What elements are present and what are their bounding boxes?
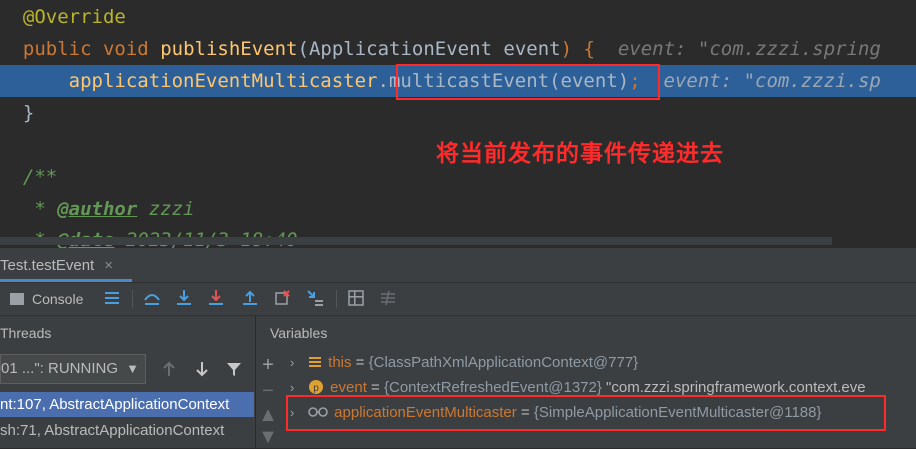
move-down-icon[interactable]: ▼ xyxy=(256,426,280,449)
add-watch-icon[interactable]: + xyxy=(256,354,280,377)
keyword-public: public xyxy=(22,38,92,60)
variable-row-this[interactable]: › this = {ClassPathXmlApplicationContext… xyxy=(290,350,916,376)
console-icon xyxy=(10,293,24,305)
equals-sign: = xyxy=(351,354,369,371)
inline-debug-hint: event: "com.zzzi.spring xyxy=(617,38,881,60)
param-type: ApplicationEvent xyxy=(308,38,492,60)
field-reference: applicationEventMulticaster xyxy=(68,70,378,92)
debug-toolbar: Console xyxy=(0,283,916,316)
code-line-7: * @author zzzi xyxy=(0,193,916,225)
variable-value: {ClassPathXmlApplicationContext@777} xyxy=(368,354,639,371)
tab-test-testevent[interactable]: Test.testEvent × xyxy=(0,252,121,280)
highlight-box-multicast xyxy=(396,64,660,100)
frame-up-icon[interactable] xyxy=(160,360,178,378)
variable-string-value: "com.zzzi.springframework.context.eve xyxy=(601,379,866,396)
drop-frame-icon[interactable] xyxy=(272,288,292,308)
highlight-box-multicaster xyxy=(286,395,886,431)
evaluate-expression-icon[interactable] xyxy=(346,288,366,308)
variable-name: this xyxy=(328,354,352,371)
chevron-right-icon[interactable]: › xyxy=(290,350,304,376)
fields-icon xyxy=(309,357,322,367)
tab-active-indicator xyxy=(0,279,132,282)
move-up-icon[interactable]: ▲ xyxy=(256,404,280,427)
code-line-1: @Override xyxy=(0,1,916,33)
step-into-icon[interactable] xyxy=(174,288,194,308)
debug-tab-bar: Test.testEvent × xyxy=(0,248,916,283)
parameter-icon: p xyxy=(309,380,324,394)
threads-header: Threads xyxy=(0,325,52,341)
step-over-icon[interactable] xyxy=(142,288,162,308)
equals-sign: = xyxy=(366,379,384,396)
console-label: Console xyxy=(32,291,84,307)
thread-selector[interactable]: 01 ...": RUNNING ▼ xyxy=(0,354,146,384)
variables-header: Variables xyxy=(270,325,328,341)
javadoc-author-value: zzzi xyxy=(137,198,195,220)
annotation-note: 将当前发布的事件传递进去 xyxy=(436,141,724,167)
variable-value: {ContextRefreshedEvent@1372} xyxy=(383,379,602,396)
dot: . xyxy=(377,70,389,92)
javadoc-author-tag: @author xyxy=(57,198,138,220)
remove-watch-icon[interactable]: − xyxy=(256,380,280,403)
trace-stream-icon[interactable] xyxy=(378,288,398,308)
method-name: publishEvent xyxy=(160,38,298,60)
toolbar-separator xyxy=(336,290,337,308)
close-icon[interactable]: × xyxy=(104,257,113,274)
stack-frame[interactable]: nt:107, AbstractApplicationContext xyxy=(0,392,254,417)
tab-label: Test.testEvent xyxy=(0,257,95,274)
code-line-2: public void publishEvent(ApplicationEven… xyxy=(0,33,916,65)
toolbar-separator xyxy=(132,290,133,308)
stack-frame[interactable]: sh:71, AbstractApplicationContext xyxy=(0,418,254,443)
force-step-into-icon[interactable] xyxy=(206,288,226,308)
javadoc-start: /** xyxy=(22,166,58,188)
param-name: event xyxy=(503,38,561,60)
javadoc-star: * xyxy=(22,198,58,220)
inline-debug-hint: event: "com.zzzi.sp xyxy=(663,70,881,92)
closing-brace: } xyxy=(22,102,35,124)
frames-menu-icon[interactable] xyxy=(102,288,122,308)
horizontal-scrollbar[interactable] xyxy=(0,237,832,245)
variable-name: event xyxy=(330,379,367,396)
filter-icon[interactable] xyxy=(225,360,243,378)
variables-toolbar: + − ▲ ▼ xyxy=(256,352,280,448)
code-line-4: } xyxy=(0,97,916,129)
frame-down-icon[interactable] xyxy=(193,360,211,378)
paren-open: ( xyxy=(297,38,309,60)
console-tab[interactable]: Console xyxy=(10,287,83,311)
code-editor[interactable]: @Override public void publishEvent(Appli… xyxy=(0,0,916,248)
override-annotation: @Override xyxy=(22,6,126,28)
chevron-down-icon: ▼ xyxy=(126,361,139,376)
step-out-icon[interactable] xyxy=(240,288,260,308)
keyword-void: void xyxy=(102,38,149,60)
thread-selector-value: 01 ...": RUNNING xyxy=(1,360,119,377)
paren-close: ) { xyxy=(560,38,595,60)
svg-text:p: p xyxy=(313,383,319,394)
run-to-cursor-icon[interactable] xyxy=(305,288,325,308)
